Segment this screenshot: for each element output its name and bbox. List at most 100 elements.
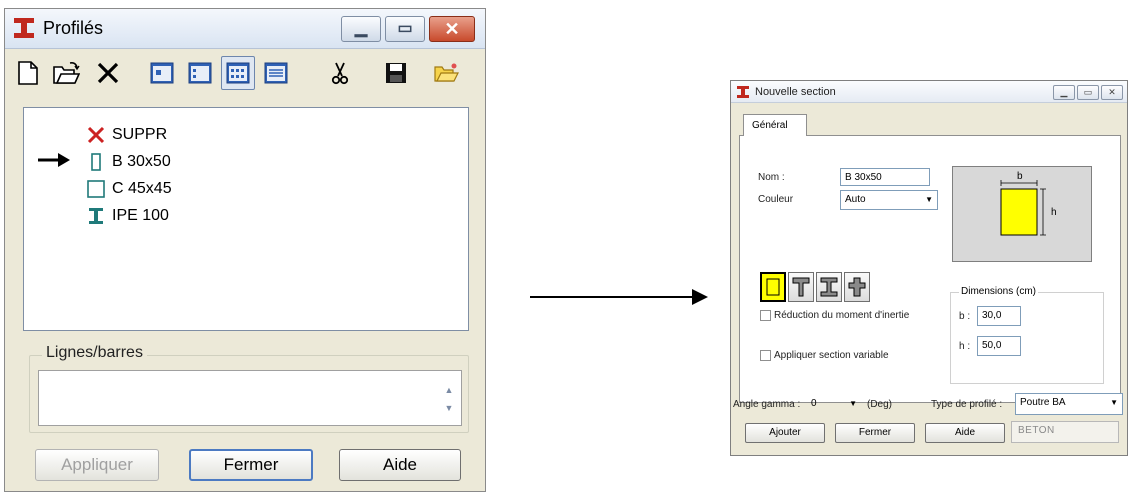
cross-shape-button[interactable] (844, 272, 870, 302)
window-title: Nouvelle section (755, 86, 836, 98)
title-bar[interactable]: Nouvelle section ▁ ▭ ✕ (731, 81, 1127, 103)
rectangle-shape-icon (766, 278, 780, 296)
open-button[interactable] (49, 56, 83, 90)
variable-section-checkbox[interactable] (760, 350, 771, 361)
minimize-icon: ▁ (354, 20, 368, 37)
tree-item-c-45x45[interactable]: C 45x45 (86, 176, 172, 202)
color-label: Couleur (758, 194, 794, 205)
close-button[interactable]: Fermer (835, 423, 915, 443)
window-title: Profilés (43, 18, 104, 38)
cross-section-icon (848, 277, 866, 297)
minimize-button[interactable]: ▁ (341, 16, 381, 42)
rectangle-section-diagram: b h (1000, 171, 1057, 236)
tree-item-label: SUPPR (112, 126, 168, 143)
maximize-button[interactable]: ▭ (385, 16, 425, 42)
close-window-button[interactable]: ✕ (1101, 85, 1123, 100)
dim-b-field[interactable]: 30,0 (977, 306, 1021, 326)
chevron-down-icon: ▼ (925, 195, 933, 204)
profile-app-icon (737, 86, 749, 98)
angle-gamma-value: 0 (811, 398, 817, 409)
lines-bars-group: Lignes/barres ▲ ▼ (29, 344, 469, 433)
profiles-tree[interactable]: SUPPR B 30x50 C 45x45 IPE 100 (23, 107, 469, 331)
square-section-icon (87, 180, 105, 198)
open-folder-icon (53, 62, 80, 84)
preview-b-label: b (1017, 171, 1023, 182)
help-button[interactable]: Aide (339, 449, 461, 481)
dim-h-field[interactable]: 50,0 (977, 336, 1021, 356)
maximize-icon: ▭ (397, 20, 413, 37)
minimize-icon: ▁ (1060, 87, 1068, 97)
profile-app-icon (14, 18, 34, 38)
view-list-button[interactable] (221, 56, 255, 90)
maximize-icon: ▭ (1083, 87, 1093, 97)
inertia-reduction-checkbox[interactable] (760, 310, 771, 321)
view-large-icons-button[interactable] (145, 56, 179, 90)
profile-type-select[interactable]: Poutre BA ▼ (1015, 393, 1123, 415)
details-view-icon (264, 62, 288, 84)
tree-item-suppr[interactable]: SUPPR (86, 122, 167, 148)
small-icons-view-icon (188, 62, 212, 84)
large-icons-view-icon (150, 62, 174, 84)
close-window-button[interactable]: ✕ (429, 16, 475, 42)
delete-x-icon (97, 62, 119, 84)
new-document-icon (18, 61, 38, 85)
angle-unit-label: (Deg) (867, 399, 893, 410)
t-shape-button[interactable] (788, 272, 814, 302)
lines-bars-label: Lignes/barres (42, 344, 147, 362)
name-label: Nom : (758, 172, 785, 183)
toolbar (5, 53, 485, 95)
minimize-button[interactable]: ▁ (1053, 85, 1075, 100)
tree-item-label: B 30x50 (112, 153, 171, 170)
chevron-down-icon[interactable]: ▼ (1110, 398, 1118, 407)
delete-button[interactable] (91, 56, 125, 90)
rectangle-shape-button[interactable] (760, 272, 786, 302)
lines-bars-input[interactable]: ▲ ▼ (38, 370, 462, 426)
name-field[interactable]: B 30x50 (840, 168, 930, 186)
maximize-button[interactable]: ▭ (1077, 85, 1099, 100)
new-button[interactable] (11, 56, 45, 90)
close-icon: ✕ (1108, 87, 1116, 97)
save-button[interactable] (379, 56, 413, 90)
scroll-down-icon[interactable]: ▼ (443, 403, 455, 413)
i-beam-icon (820, 277, 838, 297)
rectangle-section-icon (91, 153, 101, 171)
title-bar[interactable]: Profilés ▁ ▭ ✕ (5, 9, 485, 49)
color-select[interactable]: Auto ▼ (840, 190, 938, 210)
t-beam-icon (792, 277, 810, 297)
dim-b-label: b : (959, 311, 971, 322)
i-beam-icon (89, 208, 103, 224)
dimensions-legend: Dimensions (cm) (959, 286, 1039, 297)
add-button[interactable]: Ajouter (745, 423, 825, 443)
close-icon: ✕ (444, 19, 460, 39)
chevron-down-icon: ▼ (849, 399, 857, 408)
current-item-arrow-icon (38, 153, 70, 167)
profile-type-label: Type de profilé : (931, 399, 1003, 410)
delete-x-icon (87, 126, 105, 144)
apply-button[interactable]: Appliquer (35, 449, 159, 481)
yellow-folder-icon (434, 63, 459, 82)
view-small-icons-button[interactable] (183, 56, 217, 90)
tree-item-label: IPE 100 (112, 207, 169, 224)
cut-button[interactable] (323, 56, 357, 90)
profile-type-value: Poutre BA (1020, 397, 1066, 408)
profiles-window: Profilés ▁ ▭ ✕ SUPPR B 30x50 C 45x45 IPE… (4, 8, 486, 492)
tree-item-b-30x50[interactable]: B 30x50 (86, 149, 171, 175)
general-panel: Nom : B 30x50 Couleur Auto ▼ b h Réducti… (739, 135, 1121, 403)
tab-general[interactable]: Général (743, 114, 807, 136)
scroll-up-icon[interactable]: ▲ (443, 385, 455, 395)
variable-section-label: Appliquer section variable (774, 350, 889, 361)
section-preview: b h (952, 166, 1092, 262)
open-library-button[interactable] (429, 56, 463, 90)
dim-h-label: h : (959, 341, 971, 352)
preview-h-label: h (1051, 207, 1057, 218)
list-view-icon (226, 62, 250, 84)
help-button[interactable]: Aide (925, 423, 1005, 443)
angle-gamma-select[interactable]: 0 ▼ (807, 395, 861, 415)
color-select-value: Auto (845, 194, 866, 205)
i-shape-button[interactable] (816, 272, 842, 302)
tree-item-ipe-100[interactable]: IPE 100 (86, 203, 169, 229)
transition-arrow (530, 289, 708, 305)
scissors-icon (331, 62, 349, 85)
close-button[interactable]: Fermer (189, 449, 313, 481)
view-details-button[interactable] (259, 56, 293, 90)
